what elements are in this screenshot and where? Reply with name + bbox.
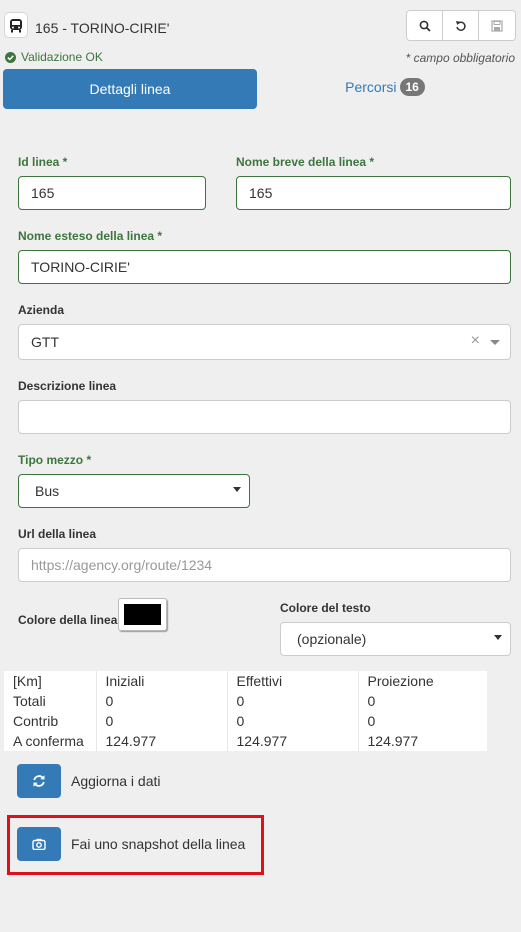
nome-esteso-value: TORINO-CIRIE'	[31, 259, 130, 275]
tab-label: Percorsi	[345, 79, 397, 95]
validation-text: Validazione OK	[21, 50, 103, 64]
clear-icon[interactable]: ×	[471, 332, 480, 350]
table-row: A conferma 124.977 124.977 124.977	[4, 731, 487, 751]
nome-esteso-label: Nome esteso della linea *	[18, 229, 163, 243]
azienda-label: Azienda	[18, 303, 65, 317]
undo-icon	[455, 20, 466, 31]
tab-percorsi[interactable]: Percorsi 16	[290, 78, 480, 96]
colore-testo-value: (opzionale)	[297, 631, 367, 647]
nome-esteso-input[interactable]: TORINO-CIRIE'	[18, 250, 511, 284]
search-button[interactable]	[407, 11, 443, 40]
table-cell: A conferma	[13, 733, 84, 749]
colore-testo-select[interactable]: (opzionale)	[280, 622, 511, 656]
table-cell: Contrib	[13, 713, 59, 729]
table-cell: 0	[95, 711, 227, 731]
nome-breve-value: 165	[249, 185, 273, 201]
camera-icon	[32, 838, 46, 850]
save-button[interactable]	[479, 11, 515, 40]
table-cell: 0	[95, 691, 227, 711]
table-cell: 0	[226, 691, 358, 711]
azienda-select[interactable]: GTT ×	[18, 324, 511, 360]
color-picker-button[interactable]	[118, 598, 167, 631]
tab-label: Dettagli linea	[89, 81, 171, 97]
required-field-note: * campo obbligatorio	[405, 51, 515, 65]
descrizione-input[interactable]	[18, 400, 511, 434]
url-placeholder: https://agency.org/route/1234	[31, 557, 213, 573]
save-icon	[491, 19, 503, 32]
km-stats-table: [Km] Iniziali Effettivi Proiezione Total…	[4, 671, 487, 751]
snapshot-label: Fai uno snapshot della linea	[71, 836, 246, 852]
nome-breve-label: Nome breve della linea *	[236, 155, 375, 169]
tipo-mezzo-value: Bus	[35, 483, 60, 499]
snapshot-button[interactable]	[17, 827, 61, 861]
table-cell: 124.977	[226, 731, 358, 751]
tipo-mezzo-select[interactable]: Bus	[18, 474, 250, 508]
table-header-cell: [Km]	[13, 673, 42, 689]
id-linea-label: Id linea *	[18, 155, 68, 169]
undo-button[interactable]	[443, 11, 479, 40]
colore-testo-label: Colore del testo	[280, 601, 371, 615]
check-circle-icon	[5, 51, 16, 63]
tab-dettagli-linea[interactable]: Dettagli linea	[3, 69, 257, 109]
chevron-down-icon	[233, 487, 241, 492]
table-row: [Km] Iniziali Effettivi Proiezione	[4, 671, 487, 691]
table-cell: 124.977	[95, 731, 227, 751]
validation-status: Validazione OK	[5, 50, 103, 64]
color-swatch	[124, 604, 161, 625]
colore-linea-label: Colore della linea	[18, 613, 118, 627]
table-cell: 124.977	[357, 731, 487, 751]
table-cell: 0	[357, 711, 487, 731]
table-header-cell: Proiezione	[357, 671, 487, 691]
chevron-down-icon	[494, 635, 502, 640]
page-title: 165 - TORINO-CIRIE'	[35, 20, 170, 36]
id-linea-value: 165	[31, 185, 55, 201]
refresh-icon	[33, 775, 45, 787]
descrizione-label: Descrizione linea	[18, 379, 117, 393]
table-row: Totali 0 0 0	[4, 691, 487, 711]
table-cell: 0	[357, 691, 487, 711]
table-cell: 0	[226, 711, 358, 731]
nome-breve-input[interactable]: 165	[236, 176, 511, 210]
id-linea-input[interactable]: 165	[18, 176, 206, 210]
refresh-button[interactable]	[17, 764, 61, 798]
tipo-mezzo-label: Tipo mezzo *	[18, 453, 92, 467]
azienda-value: GTT	[31, 334, 59, 350]
chevron-down-icon	[490, 340, 500, 345]
header-toolbar	[406, 10, 516, 41]
url-input[interactable]: https://agency.org/route/1234	[18, 548, 511, 582]
search-icon	[419, 20, 431, 32]
table-cell: Totali	[13, 693, 46, 709]
table-header-cell: Iniziali	[95, 671, 227, 691]
table-header-cell: Effettivi	[226, 671, 358, 691]
url-label: Url della linea	[18, 527, 97, 541]
table-row: Contrib 0 0 0	[4, 711, 487, 731]
bus-icon	[4, 12, 28, 38]
refresh-label: Aggiorna i dati	[71, 773, 161, 789]
count-badge: 16	[399, 78, 425, 96]
